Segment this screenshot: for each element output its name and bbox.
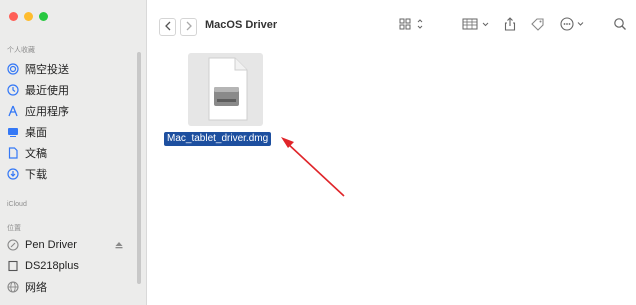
- locations-section-title: 位置: [7, 225, 21, 232]
- icloud-section-title: iCloud: [7, 201, 27, 208]
- clock-icon: [7, 84, 19, 96]
- sidebar-item-label: 下载: [25, 169, 47, 181]
- group-by-icon: [462, 17, 494, 35]
- sidebar-item-ds218plus[interactable]: DS218plus: [7, 257, 137, 275]
- chevron-right-icon: [185, 18, 193, 36]
- zoom-button[interactable]: [39, 12, 48, 21]
- sidebar-item-documents[interactable]: 文稿: [7, 144, 137, 162]
- sidebar-item-label: 最近使用: [25, 85, 69, 97]
- download-icon: [7, 168, 19, 180]
- sidebar-item-network[interactable]: 网络: [7, 278, 137, 296]
- grid-view-icon: [399, 17, 429, 35]
- toolbar: MacOS Driver: [147, 0, 636, 49]
- sidebar: 个人收藏 隔空投送 最近使用 应用程序 桌面 文稿 下载 iCloud 位置 P…: [0, 0, 147, 305]
- sidebar-item-downloads[interactable]: 下载: [7, 165, 137, 183]
- applications-icon: [7, 105, 19, 117]
- forward-button[interactable]: [180, 18, 197, 36]
- sidebar-item-label: 桌面: [25, 127, 47, 139]
- close-button[interactable]: [9, 12, 18, 21]
- sidebar-item-desktop[interactable]: 桌面: [7, 123, 137, 141]
- tag-icon: [530, 17, 546, 36]
- tag-button[interactable]: [530, 16, 546, 36]
- sidebar-item-label: DS218plus: [25, 260, 79, 272]
- sidebar-item-label: Pen Driver: [25, 239, 77, 251]
- airdrop-icon: [7, 63, 19, 75]
- sidebar-item-label: 网络: [25, 282, 47, 294]
- sidebar-item-applications[interactable]: 应用程序: [7, 102, 137, 120]
- eject-icon[interactable]: [114, 239, 124, 251]
- action-menu-button[interactable]: [560, 16, 588, 36]
- group-button[interactable]: [462, 16, 494, 36]
- search-button[interactable]: [613, 16, 627, 36]
- sidebar-item-label: 隔空投送: [25, 64, 69, 76]
- favorites-section-title: 个人收藏: [7, 47, 35, 54]
- document-icon: [7, 147, 19, 159]
- sidebar-item-recents[interactable]: 最近使用: [7, 81, 137, 99]
- sidebar-item-airdrop[interactable]: 隔空投送: [7, 60, 137, 78]
- file-browser-content[interactable]: Mac_tablet_driver.dmg: [147, 49, 636, 305]
- sidebar-item-label: 应用程序: [25, 106, 69, 118]
- minimize-button[interactable]: [24, 12, 33, 21]
- finder-window: 个人收藏 隔空投送 最近使用 应用程序 桌面 文稿 下载 iCloud 位置 P…: [0, 0, 636, 305]
- sidebar-item-pen-driver[interactable]: Pen Driver: [7, 236, 137, 254]
- sidebar-scrollbar[interactable]: [137, 52, 141, 284]
- window-title: MacOS Driver: [205, 19, 278, 31]
- more-options-icon: [560, 16, 588, 36]
- back-button[interactable]: [159, 18, 176, 36]
- annotation-arrow-icon: [281, 137, 345, 197]
- disk-icon: [7, 239, 19, 251]
- chevron-left-icon: [164, 18, 172, 36]
- search-icon: [613, 17, 627, 36]
- network-icon: [7, 281, 19, 293]
- window-controls: [9, 12, 48, 21]
- desktop-icon: [7, 126, 19, 138]
- server-icon: [7, 260, 19, 272]
- share-icon: [504, 16, 516, 36]
- view-mode-button[interactable]: [399, 16, 429, 36]
- share-button[interactable]: [504, 16, 516, 36]
- sidebar-item-label: 文稿: [25, 148, 47, 160]
